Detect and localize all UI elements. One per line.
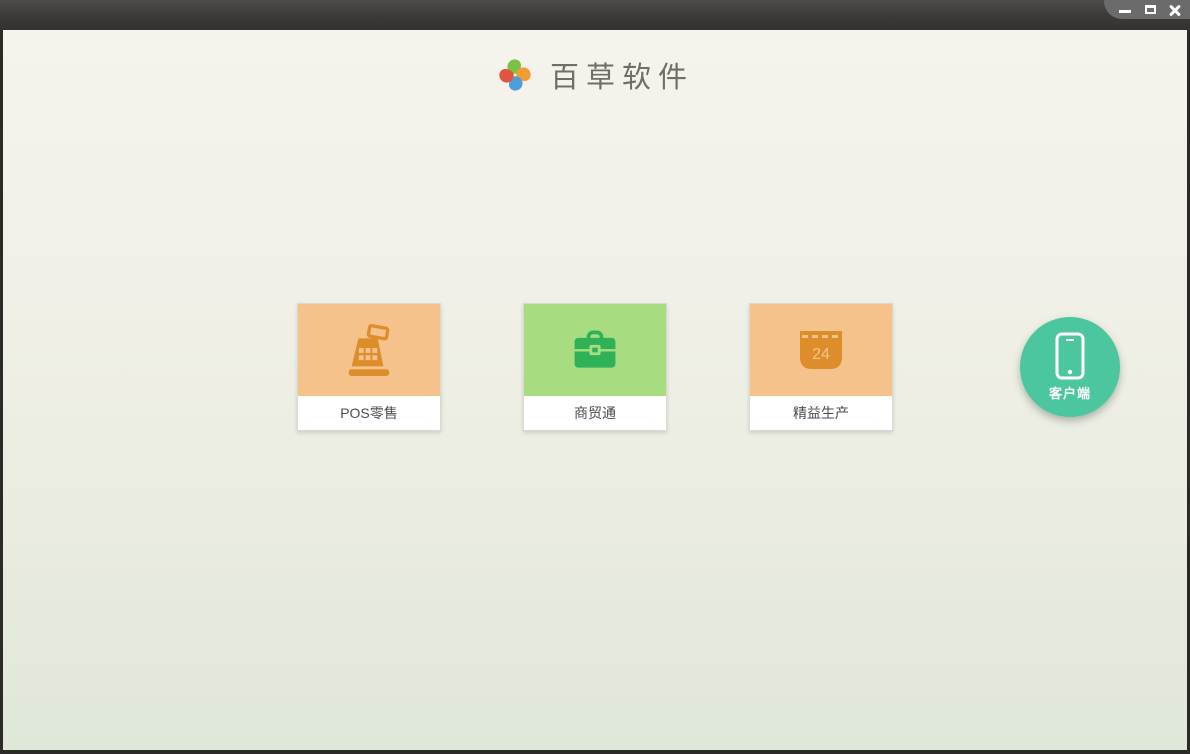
brand-header: 百草软件 — [3, 54, 1187, 96]
minimize-button[interactable] — [1117, 3, 1133, 16]
client-button-label: 客户端 — [1048, 386, 1091, 401]
pinwheel-logo-icon — [499, 59, 531, 91]
app-card-trade[interactable]: 商贸通 — [523, 303, 667, 431]
main-window: 百草软件 POS零售 商贸通 24 精益生产 客户端 — [3, 30, 1187, 750]
trade-card-label: 商贸通 — [524, 396, 666, 430]
maximize-button[interactable] — [1142, 3, 1158, 16]
lean-tile: 24 — [750, 304, 892, 396]
lean-card-label: 精益生产 — [750, 396, 892, 430]
minimize-icon — [1119, 10, 1131, 13]
calendar-day-number: 24 — [812, 346, 830, 363]
briefcase-icon — [574, 330, 616, 368]
pos-card-label: POS零售 — [298, 396, 440, 430]
window-controls — [1117, 3, 1183, 17]
titlebar[interactable] — [0, 0, 1190, 30]
close-icon — [1168, 3, 1182, 17]
app-card-pos-retail[interactable]: POS零售 — [297, 303, 441, 431]
smartphone-icon — [1055, 332, 1085, 380]
app-card-lean-production[interactable]: 24 精益生产 — [749, 303, 893, 431]
page-title: 百草软件 — [549, 60, 694, 94]
trade-tile — [524, 304, 666, 396]
close-button[interactable] — [1167, 3, 1183, 17]
calendar-icon: 24 — [800, 331, 842, 369]
cash-register-icon — [348, 324, 390, 377]
pos-tile — [298, 304, 440, 396]
client-button[interactable]: 客户端 — [1020, 317, 1120, 417]
maximize-icon — [1144, 5, 1156, 14]
